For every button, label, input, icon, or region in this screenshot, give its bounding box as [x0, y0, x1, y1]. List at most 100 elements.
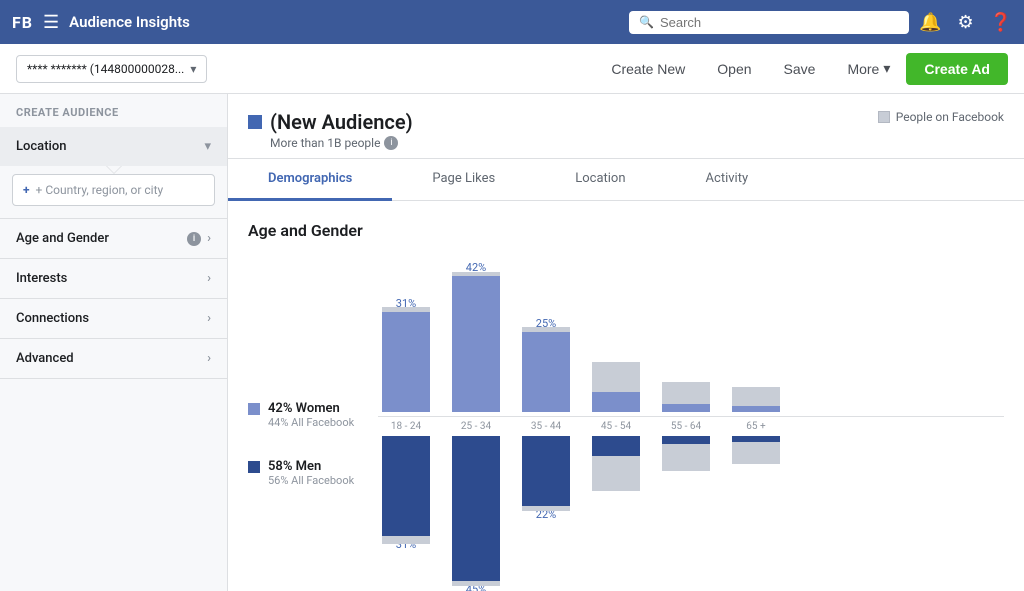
women-bar-55-64: [662, 404, 710, 412]
age-col-18-24-women: 31%: [378, 297, 434, 412]
audience-header: (New Audience) More than 1B people i Peo…: [228, 94, 1024, 159]
tab-location[interactable]: Location: [535, 159, 665, 201]
age-label-55-64: 55 - 64: [658, 421, 714, 432]
facebook-color-square: [878, 111, 890, 123]
connections-label: Connections: [16, 311, 89, 326]
location-input[interactable]: + + Country, region, or city: [12, 174, 215, 206]
age-col-35-44-men: 22%: [518, 436, 574, 521]
men-bar-18-24: [382, 436, 430, 536]
gear-icon[interactable]: ⚙: [957, 12, 973, 33]
age-col-55-64-men: 0%: [658, 436, 714, 459]
top-navigation: FB ☰ Audience Insights 🔍 🔔 ⚙ ❓: [0, 0, 1024, 44]
open-button[interactable]: Open: [701, 53, 767, 85]
facebook-legend: People on Facebook: [878, 110, 1004, 124]
age-labels-row: 18 - 24 25 - 34 35 - 44 45 - 54 55 - 64 …: [378, 416, 1004, 432]
women-sublabel: 44% All Facebook: [268, 416, 354, 429]
men-bar-25-34: [452, 436, 500, 581]
search-bar[interactable]: 🔍: [629, 11, 909, 34]
men-bar-55-64: [662, 436, 710, 444]
chevron-right-icon: ›: [207, 271, 211, 286]
women-bar-18-24: [382, 312, 430, 412]
men-sublabel: 56% All Facebook: [268, 474, 354, 487]
chevron-down-icon: ▾: [883, 60, 890, 77]
bell-icon[interactable]: 🔔: [919, 12, 941, 33]
app-title: Audience Insights: [69, 13, 619, 31]
sidebar-section-age-gender[interactable]: Age and Gender i ›: [0, 219, 227, 259]
search-input[interactable]: [660, 15, 899, 30]
age-label-65plus: 65 +: [728, 421, 784, 432]
advanced-section-header[interactable]: Advanced ›: [0, 339, 227, 378]
women-legend: 42% Women 44% All Facebook: [248, 401, 358, 429]
men-bar-45-54: [592, 436, 640, 456]
tab-page-likes[interactable]: Page Likes: [392, 159, 535, 201]
men-color-square: [248, 461, 260, 473]
info-icon[interactable]: i: [187, 232, 201, 246]
chevron-right-icon: ›: [207, 231, 211, 246]
age-col-25-34-women: 42%: [448, 261, 504, 412]
age-label-45-54: 45 - 54: [588, 421, 644, 432]
bar-chart: 31% 42%: [378, 256, 1004, 591]
more-button[interactable]: More ▾: [831, 52, 906, 85]
women-bar-45-54: [592, 392, 640, 412]
sidebar-section-location[interactable]: Location ▾ + + Country, region, or city: [0, 127, 227, 219]
women-bar-25-34: [452, 276, 500, 412]
men-bar-35-44: [522, 436, 570, 506]
create-new-button[interactable]: Create New: [595, 53, 701, 85]
audience-title-block: (New Audience) More than 1B people i: [248, 110, 413, 150]
location-section-header[interactable]: Location ▾: [0, 127, 227, 166]
women-bars-row: 31% 42%: [378, 256, 1004, 416]
chart-section: Age and Gender 42% Women 44% All Faceboo…: [228, 201, 1024, 591]
hamburger-icon[interactable]: ☰: [43, 12, 59, 33]
age-col-25-34-men: 45%: [448, 436, 504, 591]
fb-logo: FB: [12, 13, 33, 32]
audience-title: (New Audience): [248, 110, 413, 134]
women-color-square: [248, 403, 260, 415]
advanced-label: Advanced: [16, 351, 74, 366]
tab-activity[interactable]: Activity: [666, 159, 789, 201]
age-col-45-54-women: 2%: [588, 377, 644, 412]
account-label: **** ******* (144800000028...: [27, 62, 184, 76]
men-percent: 58% Men: [268, 459, 354, 474]
age-gender-section-header[interactable]: Age and Gender i ›: [0, 219, 227, 258]
sidebar-section-connections[interactable]: Connections ›: [0, 299, 227, 339]
toolbar: **** ******* (144800000028... ▾ Create N…: [0, 44, 1024, 94]
location-triangle-container: [0, 166, 227, 174]
create-ad-button[interactable]: Create Ad: [906, 53, 1008, 85]
women-bar-35-44: [522, 332, 570, 412]
age-gender-label: Age and Gender: [16, 231, 109, 246]
location-content: + + Country, region, or city: [0, 174, 227, 218]
men-bars-row: 31% 45%: [378, 432, 1004, 591]
sidebar-section-advanced[interactable]: Advanced ›: [0, 339, 227, 379]
women-bar-65plus: [732, 406, 780, 412]
save-button[interactable]: Save: [768, 53, 832, 85]
tab-demographics[interactable]: Demographics: [228, 159, 392, 201]
audience-color-square: [248, 115, 262, 129]
age-col-45-54-men: 2%: [588, 436, 644, 471]
chevron-right-icon: ›: [207, 351, 211, 366]
content-area: (New Audience) More than 1B people i Peo…: [228, 94, 1024, 591]
age-col-55-64-women: 0%: [658, 389, 714, 412]
search-icon: 🔍: [639, 15, 654, 29]
sidebar-section-interests[interactable]: Interests ›: [0, 259, 227, 299]
audience-subtitle: More than 1B people i: [248, 136, 413, 150]
connections-section-header[interactable]: Connections ›: [0, 299, 227, 338]
age-label-35-44: 35 - 44: [518, 421, 574, 432]
age-label-18-24: 18 - 24: [378, 421, 434, 432]
account-selector[interactable]: **** ******* (144800000028... ▾: [16, 55, 207, 83]
question-icon[interactable]: ❓: [990, 12, 1012, 33]
chevron-down-icon: ▾: [204, 139, 211, 154]
interests-section-header[interactable]: Interests ›: [0, 259, 227, 298]
chevron-down-icon: ▾: [190, 62, 196, 76]
chart-content: 42% Women 44% All Facebook 58% Men 56% A…: [248, 256, 1004, 591]
chart-title: Age and Gender: [248, 221, 1004, 240]
plus-icon: +: [23, 183, 30, 197]
age-label-25-34: 25 - 34: [448, 421, 504, 432]
age-col-65plus-women: 0%: [728, 391, 784, 412]
sidebar: CREATE AUDIENCE Location ▾ + + Country, …: [0, 94, 228, 591]
location-label: Location: [16, 139, 66, 154]
men-legend: 58% Men 56% All Facebook: [248, 459, 358, 487]
age-col-18-24-men: 31%: [378, 436, 434, 551]
main-layout: CREATE AUDIENCE Location ▾ + + Country, …: [0, 94, 1024, 591]
nav-icons: 🔔 ⚙ ❓: [919, 12, 1012, 33]
info-icon[interactable]: i: [384, 136, 398, 150]
